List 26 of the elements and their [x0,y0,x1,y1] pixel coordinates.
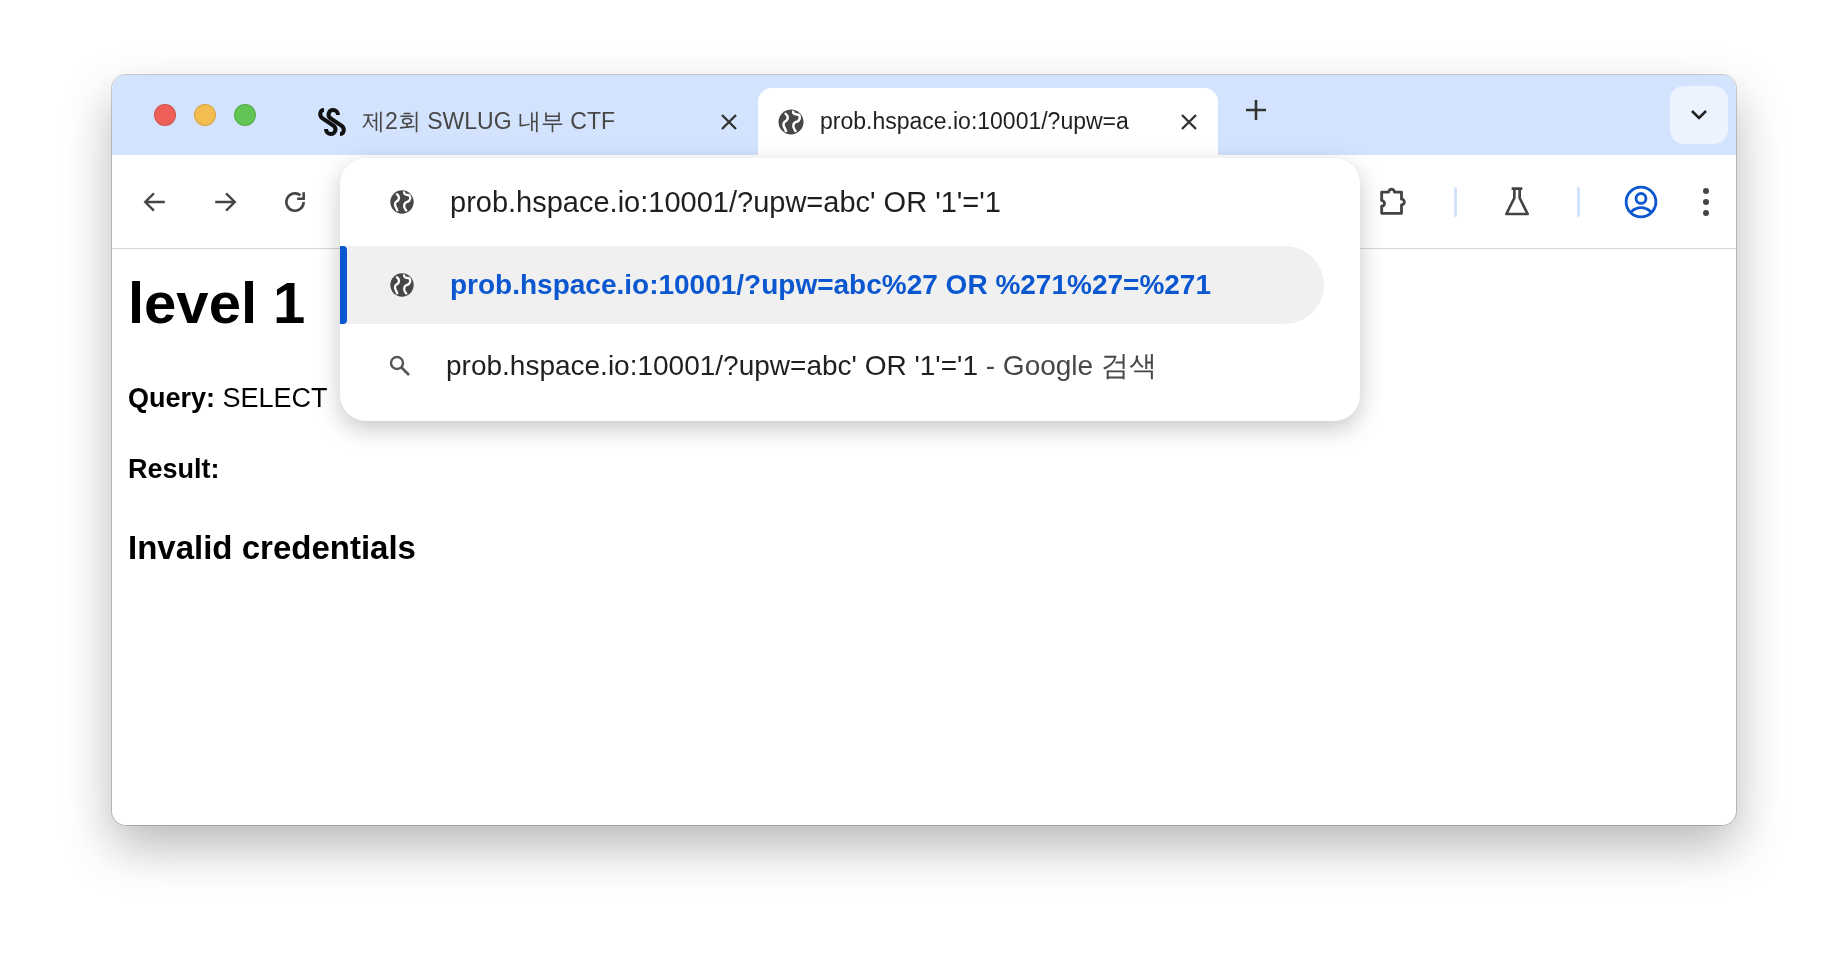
browser-tab[interactable]: 제2회 SWLUG 내부 CTF [298,88,758,155]
close-window-button[interactable] [154,104,176,126]
search-icon [388,354,412,378]
globe-icon [388,188,416,216]
close-icon[interactable] [1180,112,1198,131]
query-label: Query: [128,383,216,413]
suggestion-item[interactable]: prob.hspace.io:10001/?upw=abc' OR '1'='1 - Google 검색 [340,327,1324,405]
plus-icon[interactable] [1244,98,1268,122]
tab-title: 제2회 SWLUG 내부 CTF [362,107,616,136]
chevron-down-icon [1690,109,1708,121]
globe-icon [388,271,416,299]
suggestion-text: prob.hspace.io:10001/?upw=abc' OR '1'='1 [446,350,978,381]
suggestion-text: prob.hspace.io:10001/?upw=abc%27 OR %271%27=%271 [450,269,1212,300]
query-text: SELECT [222,383,328,413]
close-icon[interactable] [720,112,738,131]
tab-title: prob.hspace.io:10001/?upw=a [820,108,1130,135]
browser-tab[interactable]: prob.hspace.io:10001/?upw=a [758,88,1218,155]
profile-icon[interactable] [1624,184,1658,219]
menu-icon[interactable] [1702,186,1710,217]
address-field[interactable]: prob.hspace.io:10001/?upw=abc' OR '1'='1 [450,185,1150,219]
page-heading: level 1 [128,269,306,337]
suggestion-item[interactable]: prob.hspace.io:10001/?upw=abc%27 OR %271%27=%271 [340,246,1324,324]
result-label: Result: [128,454,220,484]
result-message: Invalid credentials [128,529,417,567]
logo-icon [316,105,348,138]
search-engine-label: - Google 검색 [984,350,1157,381]
